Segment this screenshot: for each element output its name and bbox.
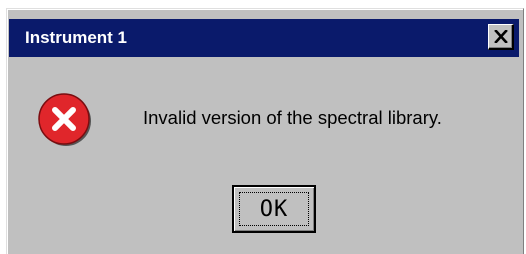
close-button[interactable]: [488, 24, 514, 50]
error-message: Invalid version of the spectral library.: [143, 107, 442, 128]
error-icon: [38, 93, 91, 146]
ok-button[interactable]: OK: [232, 185, 316, 233]
error-dialog: Instrument 1 Invalid version of the spec…: [6, 8, 524, 254]
dialog-title: Instrument 1: [25, 28, 128, 47]
ok-button-label: OK: [259, 196, 289, 222]
close-icon: [493, 30, 508, 43]
title-bar[interactable]: Instrument 1: [9, 19, 519, 57]
